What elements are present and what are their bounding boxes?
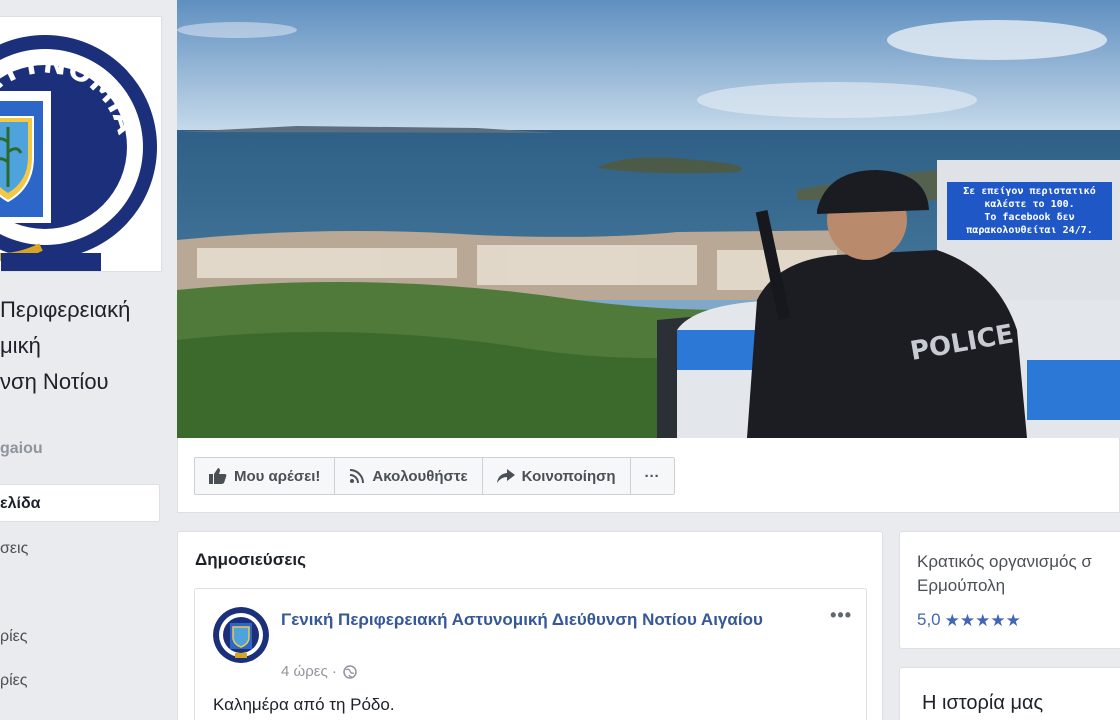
rating-row[interactable]: 5,0 ★ ★ ★ ★ ★ [917,610,1021,630]
post-body-text: Καλημέρα από τη Ρόδο. [213,695,395,714]
sidebar-item-home[interactable]: ελίδα [0,484,160,522]
follow-button[interactable]: Ακολουθήστε [335,458,483,494]
star-icon: ★ [959,610,976,630]
like-label: Μου αρέσει! [234,467,321,485]
about-card: Κρατικός οργανισμός σ Ερμούπολη 5,0 ★ ★ … [899,531,1120,649]
share-arrow-icon [496,469,515,483]
follow-label: Ακολουθήστε [372,467,468,485]
page-name-line-3: νση Νοτίου [0,369,109,394]
notice-line-1: Σε επείγον περιστατικό [963,186,1096,197]
star-icon: ★ [990,610,1006,630]
our-story-title: Η ιστορία μας [922,692,1044,714]
like-button[interactable]: Μου αρέσει! [195,458,336,494]
left-column: Η ΑΣΤΥΝΟΜΙΑ Περιφερειακή μική νση Νοτίου… [0,0,165,720]
more-ellipsis-icon: ··· [644,467,660,485]
more-options-button[interactable]: ··· [631,458,674,494]
globe-icon[interactable] [343,664,357,679]
post-timestamp[interactable]: 4 ώρες · [281,663,337,680]
page-name-line-1: Περιφερειακή [0,297,131,322]
rating-value: 5,0 [917,610,941,629]
rss-icon [350,469,365,484]
sidebar-item-posts[interactable]: σεις [0,530,160,568]
star-icon: ★ [975,610,991,630]
page-action-bar: Μου αρέσει! Ακολουθήστε Κοινοποίηση ··· [177,438,1120,513]
rating-stars: ★ ★ ★ ★ ★ [945,612,1021,629]
sidebar-item-stories[interactable]: ρίες [0,618,160,656]
page-name-line-2: μική [0,333,41,358]
page-handle[interactable]: gaiou [0,440,43,458]
our-story-card[interactable]: Η ιστορία μας [899,667,1120,720]
post-card: Γενική Περιφερειακή Αστυνομική Διεύθυνση… [194,588,867,720]
cover-emergency-notice: Σε επείγον περιστατικό καλέστε το 100. Τ… [947,182,1112,240]
cover-photo[interactable]: POLICE Σε επείγον περιστατικό καλέστε το… [177,0,1120,438]
post-author-name[interactable]: Γενική Περιφερειακή Αστυνομική Διεύθυνση… [281,607,781,633]
action-button-group: Μου αρέσει! Ακολουθήστε Κοινοποίηση ··· [194,457,675,495]
notice-line-3: Το facebook δεν [984,212,1075,223]
police-logo-icon [213,607,269,663]
profile-picture[interactable]: Η ΑΣΤΥΝΟΜΙΑ [0,16,162,272]
share-button[interactable]: Κοινοποίηση [483,458,631,494]
page-category: Κρατικός οργανισμός σ Ερμούπολη [917,550,1120,598]
post-options-button[interactable]: ••• [830,605,852,626]
page-category-line[interactable]: Κρατικός οργανισμός σ [917,550,1120,574]
post-author-avatar[interactable] [213,607,269,663]
sidebar-item-categories[interactable]: ρίες [0,662,160,700]
thumbs-up-icon [209,468,227,484]
post-meta: 4 ώρες · [281,663,357,680]
posts-section: Δημοσιεύσεις Γενική Περιφερειακή Αστυνομ… [177,531,883,720]
page-location[interactable]: Ερμούπολη [917,574,1120,598]
star-icon: ★ [1005,610,1021,630]
police-logo-icon: Η ΑΣΤΥΝΟΜΙΑ [0,17,161,271]
page-name[interactable]: Περιφερειακή μική νση Νοτίου [0,292,170,400]
notice-line-4: παρακολουθείται 24/7. [966,225,1093,236]
share-label: Κοινοποίηση [521,467,616,485]
posts-section-title: Δημοσιεύσεις [195,550,306,569]
star-icon: ★ [944,610,960,630]
notice-line-2: καλέστε το 100. [984,199,1075,210]
